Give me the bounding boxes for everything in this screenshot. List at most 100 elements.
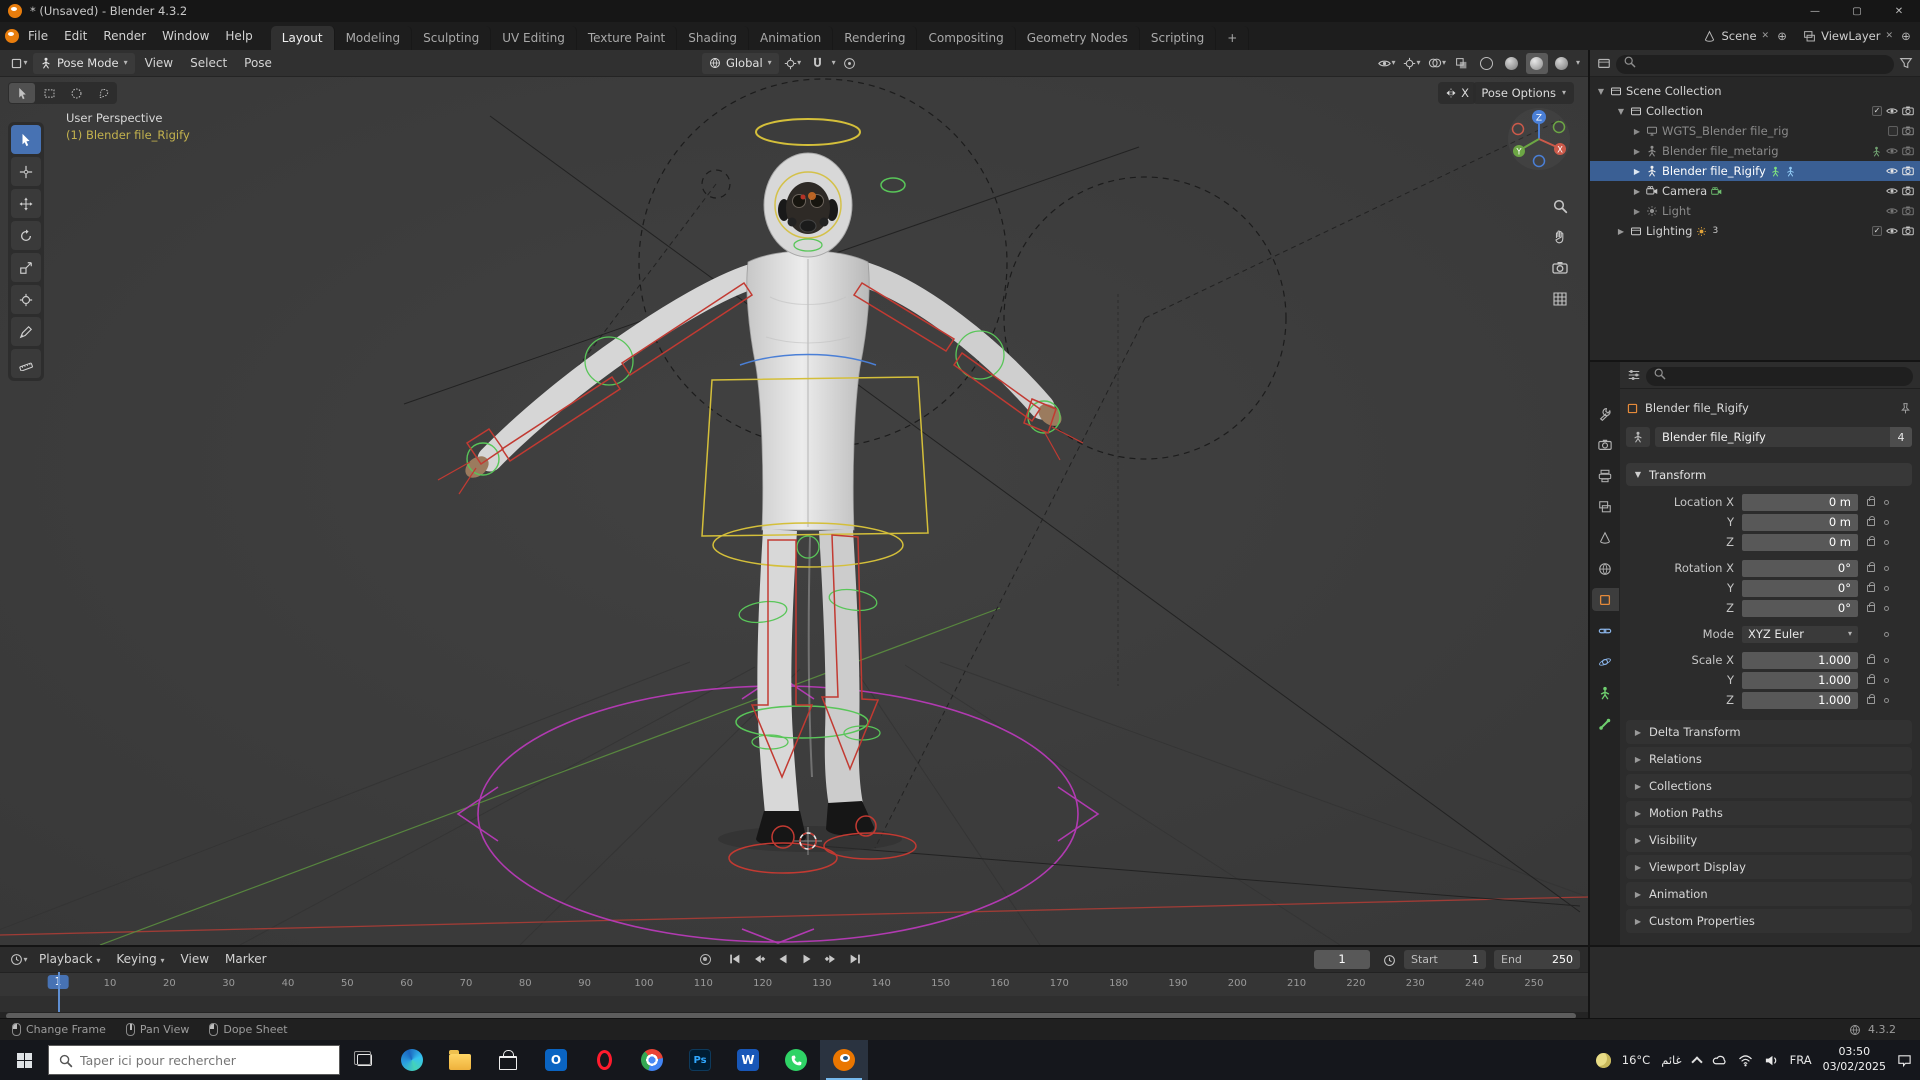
prev-keyframe-button[interactable] — [748, 949, 769, 969]
app-word[interactable]: W — [724, 1040, 772, 1080]
render-visibility-icon[interactable] — [1902, 205, 1914, 217]
tab-object-data[interactable] — [1592, 681, 1619, 704]
blender-menu-icon[interactable] — [4, 28, 20, 44]
outliner-row-scene-collection[interactable]: ▼ Scene Collection — [1590, 81, 1920, 101]
app-store[interactable] — [484, 1040, 532, 1080]
gizmo-z-label[interactable]: Z — [1536, 114, 1542, 124]
app-whatsapp[interactable] — [772, 1040, 820, 1080]
tab-layout[interactable]: Layout — [270, 26, 335, 50]
transform-orientation-selector[interactable]: Global ▾ — [701, 52, 779, 74]
snap-options-chevron[interactable]: ▾ — [832, 59, 836, 67]
section-delta-transform[interactable]: ▶ Delta Transform — [1626, 720, 1912, 744]
pivot-point-selector[interactable]: ▾ — [782, 53, 804, 74]
frame-end-field[interactable]: End 250 — [1494, 950, 1580, 969]
lasso-select-button[interactable] — [90, 83, 116, 103]
expand-caret-icon[interactable]: ▶ — [1616, 227, 1626, 236]
section-collections[interactable]: ▶ Collections — [1626, 774, 1912, 798]
tab-view-layer[interactable] — [1592, 495, 1619, 518]
outliner-row-collection[interactable]: ▼ Collection ✓ — [1590, 101, 1920, 121]
tab-bone[interactable] — [1592, 712, 1619, 735]
transform-tool-button[interactable] — [11, 285, 41, 314]
x-axis-mirror-toggle[interactable]: X — [1438, 82, 1476, 104]
outliner-row-wgts[interactable]: ▶ WGTS_Blender file_rig — [1590, 121, 1920, 141]
lock-icon[interactable] — [1867, 653, 1875, 664]
hide-eye-icon[interactable] — [1886, 185, 1898, 197]
timeline-track[interactable] — [0, 996, 1588, 1012]
jump-to-start-button[interactable] — [724, 949, 745, 969]
menu-window[interactable]: Window — [154, 25, 217, 47]
transform-panel-header[interactable]: ▼ Transform — [1626, 463, 1912, 486]
lock-icon[interactable] — [1867, 561, 1875, 572]
location-x-field[interactable]: 0 m — [1742, 493, 1858, 511]
network-wifi-icon[interactable] — [1738, 1053, 1753, 1068]
rotation-x-field[interactable]: 0° — [1742, 559, 1858, 577]
rotate-tool-button[interactable] — [11, 221, 41, 250]
outliner-row-camera[interactable]: ▶ Camera — [1590, 181, 1920, 201]
exclude-checkbox[interactable]: ✓ — [1872, 226, 1882, 236]
menu-view[interactable]: View — [138, 53, 180, 74]
render-visibility-icon[interactable] — [1902, 185, 1914, 197]
animate-dot[interactable] — [1884, 585, 1889, 591]
app-outlook[interactable]: O — [532, 1040, 580, 1080]
expand-caret-icon[interactable]: ▶ — [1632, 127, 1642, 136]
viewlayer-unlink-icon[interactable]: ✕ — [1885, 31, 1893, 41]
show-object-types-button[interactable]: ▾ — [1376, 53, 1398, 74]
animate-dot[interactable] — [1884, 499, 1889, 505]
gizmo-x-label[interactable]: X — [1557, 146, 1563, 156]
object-name-field[interactable]: Blender file_Rigify 4 — [1655, 427, 1912, 447]
menu-tl-view[interactable]: View — [174, 949, 216, 970]
pin-icon[interactable] — [1899, 402, 1912, 415]
lock-icon[interactable] — [1867, 495, 1875, 506]
lock-icon[interactable] — [1867, 535, 1875, 546]
current-frame-field[interactable]: 1 — [1314, 950, 1370, 969]
camera-view-icon[interactable] — [1550, 258, 1570, 278]
maximize-button[interactable]: ▢ — [1836, 0, 1878, 22]
playhead-line[interactable] — [58, 972, 60, 1012]
tab-animation[interactable]: Animation — [749, 26, 834, 50]
hide-eye-icon[interactable] — [1886, 165, 1898, 177]
outliner-row-metarig[interactable]: ▶ Blender file_metarig — [1590, 141, 1920, 161]
tab-tool[interactable] — [1592, 402, 1619, 425]
expand-caret-icon[interactable]: ▶ — [1632, 147, 1642, 156]
tab-uv-editing[interactable]: UV Editing — [491, 26, 577, 50]
box-select-button[interactable] — [36, 83, 62, 103]
viewlayer-selector[interactable]: ViewLayer — [1821, 29, 1880, 43]
app-photoshop[interactable]: Ps — [676, 1040, 724, 1080]
tab-output[interactable] — [1592, 464, 1619, 487]
scene-unlink-icon[interactable]: ✕ — [1762, 31, 1770, 41]
render-visibility-icon[interactable] — [1902, 145, 1914, 157]
section-animation[interactable]: ▶ Animation — [1626, 882, 1912, 906]
cursor-tool-button[interactable] — [11, 157, 41, 186]
expand-caret-icon[interactable]: ▼ — [1596, 87, 1606, 96]
filter-icon[interactable] — [1899, 56, 1913, 70]
outliner-row-rigify[interactable]: ▶ Blender file_Rigify — [1590, 161, 1920, 181]
location-y-field[interactable]: 0 m — [1742, 513, 1858, 531]
timeline-ruler[interactable]: 10 20 30 40 50 60 70 80 90 100 110 120 130 140 150 160 1… — [0, 972, 1588, 996]
xray-toggle[interactable] — [1451, 53, 1473, 74]
tab-texture-paint[interactable]: Texture Paint — [577, 26, 678, 50]
scale-x-field[interactable]: 1.000 — [1742, 651, 1858, 669]
app-opera[interactable] — [580, 1040, 628, 1080]
shading-wireframe-button[interactable] — [1476, 53, 1498, 74]
breadcrumb-object-name[interactable]: Blender file_Rigify — [1645, 401, 1749, 415]
hidden-icons-chevron[interactable] — [1690, 1055, 1703, 1068]
taskbar-search[interactable] — [48, 1045, 340, 1075]
tab-compositing[interactable]: Compositing — [917, 26, 1016, 50]
animate-dot[interactable] — [1884, 631, 1889, 637]
section-custom-properties[interactable]: ▶ Custom Properties — [1626, 909, 1912, 933]
users-count-badge[interactable]: 4 — [1890, 427, 1912, 447]
new-viewlayer-button[interactable]: ⊕ — [1898, 28, 1914, 44]
pose-options-dropdown[interactable]: Pose Options ▾ — [1473, 82, 1574, 104]
taskbar-search-input[interactable] — [80, 1052, 310, 1068]
outliner-search-input[interactable] — [1616, 54, 1894, 74]
hide-eye-icon[interactable] — [1886, 145, 1898, 157]
annotate-tool-button[interactable] — [11, 317, 41, 346]
properties-search-input[interactable] — [1646, 366, 1913, 386]
editor-type-icon[interactable]: ▾ — [8, 53, 30, 74]
section-viewport-display[interactable]: ▶ Viewport Display — [1626, 855, 1912, 879]
ortho-grid-icon[interactable] — [1550, 289, 1570, 309]
tab-scripting[interactable]: Scripting — [1140, 26, 1217, 50]
menu-marker[interactable]: Marker — [218, 949, 273, 970]
location-z-field[interactable]: 0 m — [1742, 533, 1858, 551]
render-visibility-icon[interactable] — [1902, 125, 1914, 137]
